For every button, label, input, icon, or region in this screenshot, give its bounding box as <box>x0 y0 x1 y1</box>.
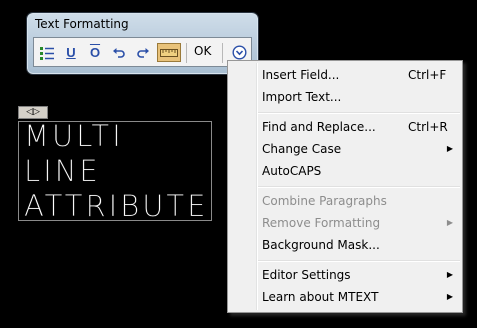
menu-separator <box>258 260 460 262</box>
underline-button[interactable]: U <box>61 43 81 62</box>
toolbar-buttons: U O OK <box>33 37 252 67</box>
menu-item-label: Combine Paragraphs <box>262 194 387 208</box>
submenu-arrow-icon: ▶ <box>446 218 453 227</box>
overline-button[interactable]: O <box>85 43 105 62</box>
mtext-line: ATTRIBUTE <box>24 189 209 223</box>
options-icon <box>231 45 247 60</box>
menu-separator <box>258 186 460 188</box>
menu-item-label: Insert Field... <box>262 68 340 82</box>
menu-item-editor-settings[interactable]: Editor Settings ▶ <box>230 265 460 285</box>
undo-button[interactable] <box>109 43 129 62</box>
menu-item-label: Background Mask... <box>262 238 380 252</box>
text-formatting-toolbar[interactable]: Text Formatting U O OK <box>27 13 258 74</box>
ruler-icon <box>160 48 178 57</box>
menu-item-shortcut: Ctrl+F <box>408 68 447 82</box>
toolbar-title: Text Formatting <box>35 17 129 31</box>
menu-item-label: Change Case <box>262 142 342 156</box>
submenu-arrow-icon: ▶ <box>446 292 453 301</box>
menu-item-find-replace[interactable]: Find and Replace... Ctrl+R <box>230 117 460 137</box>
menu-item-background-mask[interactable]: Background Mask... <box>230 235 460 255</box>
redo-icon <box>137 47 149 58</box>
menu-item-change-case[interactable]: Change Case ▶ <box>230 139 460 159</box>
mtext-ruler-handle[interactable]: ◁▷ <box>18 106 48 119</box>
mtext-editor[interactable]: MULTI LINE ATTRIBUTE <box>18 121 212 221</box>
redo-button[interactable] <box>133 43 153 62</box>
menu-item-remove-formatting: Remove Formatting ▶ <box>230 213 460 233</box>
menu-item-insert-field[interactable]: Insert Field... Ctrl+F <box>230 65 460 85</box>
overline-icon: O <box>89 45 101 60</box>
menu-item-label: Find and Replace... <box>262 120 376 134</box>
menu-item-import-text[interactable]: Import Text... <box>230 87 460 107</box>
menu-item-label: AutoCAPS <box>262 164 322 178</box>
numbering-button[interactable] <box>37 43 57 62</box>
menu-item-label: Learn about MTEXT <box>262 290 379 304</box>
submenu-arrow-icon: ▶ <box>446 144 453 153</box>
toolbar-separator <box>186 43 187 63</box>
toolbar-separator <box>222 43 223 63</box>
submenu-arrow-icon: ▶ <box>446 270 453 279</box>
menu-item-shortcut: Ctrl+R <box>408 120 448 134</box>
menu-item-label: Remove Formatting <box>262 216 381 230</box>
undo-icon <box>113 47 125 58</box>
context-menu: Insert Field... Ctrl+F Import Text... Fi… <box>227 60 463 313</box>
menu-item-label: Editor Settings <box>262 268 351 282</box>
underline-icon: U <box>66 45 76 60</box>
ok-button[interactable]: OK <box>194 44 211 58</box>
menu-item-autocaps[interactable]: AutoCAPS <box>230 161 460 181</box>
menu-separator <box>258 112 460 114</box>
menu-item-learn-mtext[interactable]: Learn about MTEXT ▶ <box>230 287 460 307</box>
numbering-icon <box>40 46 54 60</box>
mtext-line: MULTI <box>24 119 124 153</box>
menu-item-combine-paragraphs: Combine Paragraphs <box>230 191 460 211</box>
ruler-button[interactable] <box>157 43 181 62</box>
mtext-line: LINE <box>24 154 101 188</box>
menu-item-label: Import Text... <box>262 90 342 104</box>
